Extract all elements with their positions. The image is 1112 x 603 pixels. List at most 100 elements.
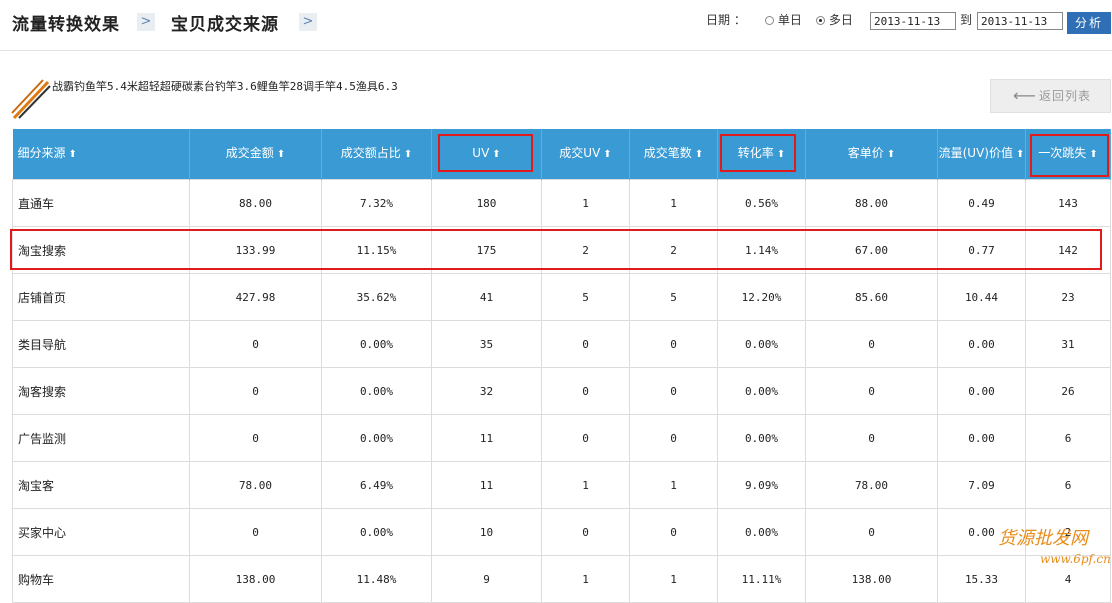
top-bar: 流量转换效果 > 宝贝成交来源 > 日期 ： 单日 多日 2013-11-13 … (0, 0, 1112, 51)
column-header[interactable]: 成交笔数 ⬆ (629, 129, 718, 180)
start-date-input[interactable]: 2013-11-13 (870, 12, 956, 30)
table-cell: 88.00 (805, 179, 938, 227)
table-cell: 1 (541, 461, 630, 509)
column-header[interactable]: 细分来源 ⬆ (12, 129, 190, 180)
source-name-cell[interactable]: 淘客搜索 (12, 367, 190, 415)
table-cell: 0 (189, 367, 322, 415)
sort-arrow-icon: ⬆ (886, 149, 896, 160)
table-cell: 26 (1025, 367, 1111, 415)
table-cell: 133.99 (189, 226, 322, 274)
table-cell: 10.44 (937, 273, 1026, 321)
table-cell: 0.00% (321, 508, 432, 556)
table-cell: 6 (1025, 414, 1111, 462)
table-cell: 7.32% (321, 179, 432, 227)
product-thumbnail[interactable] (10, 78, 52, 120)
breadcrumb-traffic-conversion[interactable]: 流量转换效果 (12, 10, 120, 35)
source-name-cell[interactable]: 买家中心 (12, 508, 190, 556)
chevron-right-icon: > (299, 13, 317, 31)
column-header[interactable]: 客单价 ⬆ (805, 129, 938, 180)
back-to-list-label: 返回列表 (1039, 89, 1092, 103)
table-cell: 85.60 (805, 273, 938, 321)
table-cell: 138.00 (805, 555, 938, 603)
table-cell: 0.00% (717, 508, 806, 556)
source-name-cell[interactable]: 淘宝客 (12, 461, 190, 509)
table-cell: 0 (541, 508, 630, 556)
column-header[interactable]: 流量(UV)价值 ⬆ (937, 129, 1026, 180)
column-header[interactable]: 成交金额 ⬆ (189, 129, 322, 180)
table-row: 直通车 88.00 7.32% 180 1 1 0.56% 88.00 0.49 143 (12, 179, 1111, 227)
table-cell: 0 (805, 367, 938, 415)
source-name-cell[interactable]: 广告监测 (12, 414, 190, 462)
column-header[interactable]: 成交额占比 ⬆ (321, 129, 432, 180)
table-cell: 0 (805, 414, 938, 462)
table-cell: 0.00% (717, 320, 806, 368)
source-name-cell[interactable]: 购物车 (12, 555, 190, 603)
table-cell: 35 (431, 320, 542, 368)
table-row: 淘宝客 78.00 6.49% 11 1 1 9.09% 78.00 7.09 6 (12, 461, 1111, 509)
sort-arrow-icon: ⬆ (68, 149, 77, 160)
back-to-list-button[interactable]: ⟵ 返回列表 (990, 79, 1111, 113)
table-row: 广告监测 0 0.00% 11 0 0 0.00% 0 0.00 6 (12, 414, 1111, 462)
table-cell: 7.09 (937, 461, 1026, 509)
column-header[interactable]: UV ⬆ (431, 129, 542, 180)
table-cell: 180 (431, 179, 542, 227)
analyze-button[interactable]: 分析 (1067, 12, 1111, 34)
table-cell: 31 (1025, 320, 1111, 368)
table-header-row: 细分来源 ⬆ 成交金额 ⬆ 成交额占比 ⬆ UV ⬆ 成交UV ⬆ 成交笔数 ⬆ 转化率 ⬆ … (12, 129, 1111, 180)
watermark-url: www.6pf.cn (1040, 552, 1111, 566)
source-name-cell[interactable]: 直通车 (12, 179, 190, 227)
table-cell: 143 (1025, 179, 1111, 227)
table-cell: 1.14% (717, 226, 806, 274)
table-cell: 0 (541, 367, 630, 415)
table-cell: 0 (629, 414, 718, 462)
table-cell: 0.56% (717, 179, 806, 227)
source-name-cell[interactable]: 店铺首页 (12, 273, 190, 321)
product-title[interactable]: 战霸钓鱼竿5.4米超轻超硬碳素台钓竿3.6鲤鱼竿28调手竿4.5渔具6.3 (52, 78, 398, 94)
source-name-cell[interactable]: 淘宝搜索 (12, 226, 190, 274)
table-row: 类目导航 0 0.00% 35 0 0 0.00% 0 0.00 31 (12, 320, 1111, 368)
table-cell: 10 (431, 508, 542, 556)
arrow-left-icon: ⟵ (1013, 86, 1036, 105)
table-cell: 0.00 (937, 414, 1026, 462)
breadcrumb-item-deal-source[interactable]: 宝贝成交来源 (171, 10, 279, 35)
table-cell: 32 (431, 367, 542, 415)
table-cell: 0.00 (937, 320, 1026, 368)
table-cell: 0.49 (937, 179, 1026, 227)
table-cell: 1 (541, 179, 630, 227)
table-cell: 0 (189, 320, 322, 368)
multi-day-radio[interactable] (816, 16, 825, 25)
table-cell: 0 (629, 367, 718, 415)
end-date-input[interactable]: 2013-11-13 (977, 12, 1063, 30)
table-cell: 0.00% (321, 414, 432, 462)
table-cell: 1 (541, 555, 630, 603)
multi-day-option[interactable]: 多日 (816, 11, 853, 28)
sort-arrow-icon: ⬆ (694, 149, 704, 160)
table-cell: 2 (629, 226, 718, 274)
table-cell: 12.20% (717, 273, 806, 321)
table-cell: 0.00% (717, 367, 806, 415)
table-cell: 11.15% (321, 226, 432, 274)
source-name-cell[interactable]: 类目导航 (12, 320, 190, 368)
table-cell: 67.00 (805, 226, 938, 274)
table-cell: 6.49% (321, 461, 432, 509)
table-cell: 78.00 (805, 461, 938, 509)
column-header[interactable]: 成交UV ⬆ (541, 129, 630, 180)
table-cell: 11.11% (717, 555, 806, 603)
column-header[interactable]: 转化率 ⬆ (717, 129, 806, 180)
table-cell: 41 (431, 273, 542, 321)
single-day-option[interactable]: 单日 (765, 11, 802, 28)
table-cell: 78.00 (189, 461, 322, 509)
table-cell: 5 (629, 273, 718, 321)
table-row: 购物车 138.00 11.48% 9 1 1 11.11% 138.00 15.33 4 (12, 555, 1111, 603)
table-row: 淘客搜索 0 0.00% 32 0 0 0.00% 0 0.00 26 (12, 367, 1111, 415)
column-header[interactable]: 一次跳失 ⬆ (1025, 129, 1111, 180)
sort-arrow-icon: ⬆ (603, 149, 612, 160)
table-cell: 6 (1025, 461, 1111, 509)
table-cell: 0.00% (321, 367, 432, 415)
single-day-radio[interactable] (765, 16, 774, 25)
table-row: 买家中心 0 0.00% 10 0 0 0.00% 0 0.00 2 (12, 508, 1111, 556)
table-cell: 35.62% (321, 273, 432, 321)
table-row: 淘宝搜索 133.99 11.15% 175 2 2 1.14% 67.00 0.77 142 (12, 226, 1111, 274)
sort-arrow-icon: ⬆ (776, 149, 786, 160)
table-cell: 142 (1025, 226, 1111, 274)
